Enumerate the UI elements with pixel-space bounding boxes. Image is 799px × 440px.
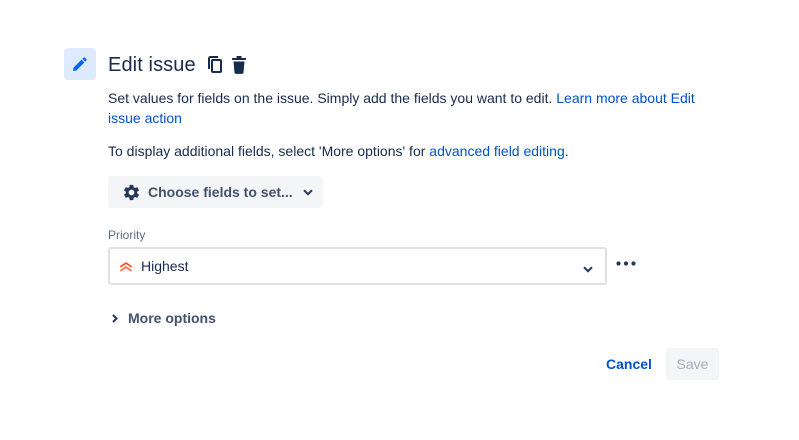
choose-fields-button[interactable]: Choose fields to set... [108,176,323,208]
more-options-toggle[interactable]: More options [108,308,216,328]
gear-icon [122,183,141,202]
trash-icon[interactable] [230,55,248,75]
pencil-icon [71,55,89,73]
chevron-right-icon [112,313,118,323]
pencil-icon-container [64,48,96,80]
description: Set values for fields on the issue. Simp… [108,88,708,128]
priority-highest-icon [119,259,133,273]
page-title: Edit issue [108,53,196,76]
header: Edit issue [108,52,248,78]
additional-text-end: . [564,143,569,159]
choose-fields-label: Choose fields to set... [148,184,293,200]
priority-value: Highest [141,258,189,274]
cancel-button[interactable]: Cancel [600,348,658,380]
field-actions-more-icon[interactable] [614,254,638,272]
chevron-down-icon [302,188,313,196]
priority-select[interactable]: Highest [108,247,607,285]
save-button[interactable]: Save [666,348,719,380]
copy-icon[interactable] [206,55,224,75]
more-options-label: More options [128,310,216,326]
priority-label: Priority [108,228,146,242]
description-text: Set values for fields on the issue. Simp… [108,90,557,106]
additional-text: To display additional fields, select 'Mo… [108,143,430,159]
chevron-down-icon [583,260,593,278]
additional-fields-hint: To display additional fields, select 'Mo… [108,141,569,161]
advanced-field-editing-link[interactable]: advanced field editing [429,143,564,159]
